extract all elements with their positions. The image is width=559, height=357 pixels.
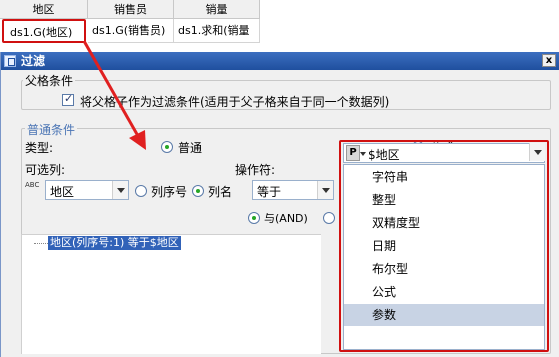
option-string[interactable]: 字符串: [344, 166, 544, 188]
dialog-app-icon: [4, 55, 16, 67]
spreadsheet: 地区 销售员 销量 ds1.G(地区) ds1.G(销售员) ds1.求和(销量: [0, 0, 559, 52]
value-input[interactable]: P $地区: [343, 143, 545, 163]
option-double[interactable]: 双精度型: [344, 212, 544, 234]
option-parameter[interactable]: 参数: [344, 304, 544, 326]
close-button[interactable]: x: [542, 54, 556, 67]
operator-select-value: 等于: [257, 185, 282, 199]
column-index-label: 列序号: [151, 185, 188, 199]
operator-select[interactable]: 等于: [252, 180, 334, 200]
condition-list[interactable]: 地区(列序号:1) 等于$地区: [21, 234, 321, 354]
option-formula[interactable]: 公式: [344, 281, 544, 303]
cell-sales[interactable]: ds1.求和(销量: [174, 19, 260, 43]
and-label: 与(AND): [264, 212, 308, 225]
type-normal-radio[interactable]: [161, 141, 173, 153]
column-index-radio[interactable]: [135, 185, 147, 197]
available-column-label: 可选列:: [25, 163, 66, 177]
condition-item[interactable]: 地区(列序号:1) 等于$地区: [48, 236, 181, 250]
column-name-radio[interactable]: [192, 185, 204, 197]
value-text: $地区: [368, 148, 400, 162]
option-boolean[interactable]: 布尔型: [344, 258, 544, 280]
parent-filter-label: 将父格子作为过滤条件(适用于父子格来自于同一个数据列): [80, 95, 390, 109]
column-header-region[interactable]: 地区: [0, 0, 88, 19]
column-select[interactable]: 地区: [45, 180, 129, 200]
and-radio[interactable]: [248, 212, 260, 224]
value-dropdown-button[interactable]: [528, 143, 545, 163]
tree-connector: [34, 243, 48, 244]
type-normal-label: 普通: [178, 141, 203, 155]
column-select-value: 地区: [50, 185, 75, 199]
type-label: 类型:: [25, 141, 54, 155]
column-header-salesperson[interactable]: 销售员: [88, 0, 174, 19]
parent-condition-legend: 父格条件: [23, 72, 76, 89]
option-date[interactable]: 日期: [344, 235, 544, 257]
data-column-abc-icon: ABC: [25, 181, 40, 189]
chevron-down-icon[interactable]: [112, 181, 128, 199]
column-name-label: 列名: [208, 185, 233, 199]
filter-dialog: 过滤 x 父格条件 将父格子作为过滤条件(适用于父子格来自于同一个数据列) 普通…: [0, 52, 559, 357]
type-chevron-down-icon[interactable]: [360, 152, 366, 156]
option-integer[interactable]: 整型: [344, 189, 544, 211]
value-type-dropdown-highlight: P $地区 字符串 整型 双精度型 日期 布尔型 公式 参数: [339, 140, 549, 352]
cell-salesperson[interactable]: ds1.G(销售员): [88, 19, 174, 43]
dialog-title: 过滤: [21, 54, 46, 68]
or-radio[interactable]: [323, 212, 335, 224]
dialog-title-bar[interactable]: 过滤 x: [1, 52, 559, 70]
column-header-sales[interactable]: 销量: [174, 0, 260, 19]
operator-label: 操作符:: [235, 163, 276, 177]
parent-filter-checkbox[interactable]: [62, 92, 74, 106]
cell-region-selected[interactable]: ds1.G(地区): [2, 19, 86, 43]
parameter-type-icon[interactable]: P: [346, 145, 360, 161]
value-type-list[interactable]: 字符串 整型 双精度型 日期 布尔型 公式 参数: [343, 164, 545, 350]
chevron-down-icon[interactable]: [529, 143, 545, 161]
normal-condition-legend: 普通条件: [25, 121, 78, 138]
chevron-down-icon[interactable]: [317, 181, 333, 199]
